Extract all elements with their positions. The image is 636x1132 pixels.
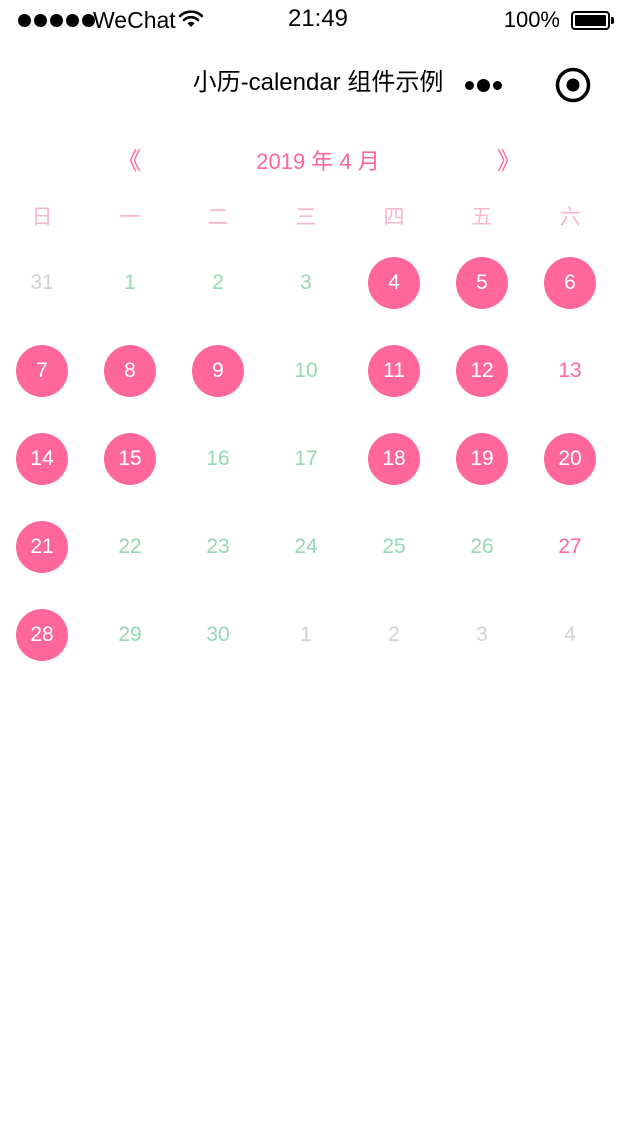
calendar-day[interactable]: 3	[456, 609, 508, 661]
calendar-day[interactable]: 3	[280, 257, 332, 309]
weekday-label: 五	[471, 206, 493, 229]
calendar-day[interactable]: 30	[192, 609, 244, 661]
calendar-day-marked[interactable]: 20	[544, 433, 596, 485]
calendar-day-marked[interactable]: 19	[456, 433, 508, 485]
next-month-button[interactable]: 》	[497, 145, 521, 179]
navigation-bar: 小历-calendar 组件示例	[0, 40, 636, 128]
calendar-day[interactable]: 22	[104, 521, 156, 573]
calendar-day-marked[interactable]: 8	[104, 345, 156, 397]
calendar-day[interactable]: 27	[544, 521, 596, 573]
status-bar: WeChat 21:49 100%	[0, 0, 636, 40]
more-dots-icon[interactable]	[465, 76, 515, 94]
calendar-day-marked[interactable]: 15	[104, 433, 156, 485]
calendar-day-marked[interactable]: 6	[544, 257, 596, 309]
calendar-header: 《 2019 年 4 月 》	[0, 145, 636, 179]
calendar-day-marked[interactable]: 5	[456, 257, 508, 309]
calendar-day[interactable]: 1	[104, 257, 156, 309]
calendar-day-marked[interactable]: 9	[192, 345, 244, 397]
calendar-day-marked[interactable]: 21	[16, 521, 68, 573]
calendar-day-marked[interactable]: 14	[16, 433, 68, 485]
mini-program-capsule	[465, 67, 615, 103]
calendar-day[interactable]: 29	[104, 609, 156, 661]
weekday-label: 二	[207, 206, 229, 229]
calendar-day-marked[interactable]: 12	[456, 345, 508, 397]
calendar-day[interactable]: 23	[192, 521, 244, 573]
calendar-day[interactable]: 2	[368, 609, 420, 661]
weekday-label: 日	[31, 206, 53, 229]
calendar-day-marked[interactable]: 7	[16, 345, 68, 397]
calendar-day[interactable]: 2	[192, 257, 244, 309]
calendar-day[interactable]: 26	[456, 521, 508, 573]
weekday-header: 日 一 二 三 四 五 六	[0, 202, 636, 234]
calendar-day[interactable]: 31	[16, 257, 68, 309]
battery-percentage: 100%	[503, 7, 560, 32]
calendar-day[interactable]: 1	[280, 609, 332, 661]
calendar-day-marked[interactable]: 18	[368, 433, 420, 485]
calendar-day-marked[interactable]: 28	[16, 609, 68, 661]
calendar-day[interactable]: 24	[280, 521, 332, 573]
battery-icon	[571, 11, 615, 30]
weekday-label: 四	[383, 206, 405, 229]
weekday-label: 三	[295, 206, 317, 229]
month-title: 2019 年 4 月	[256, 149, 380, 174]
weekday-label: 六	[559, 206, 581, 229]
target-close-icon[interactable]	[555, 67, 591, 103]
calendar-day[interactable]: 25	[368, 521, 420, 573]
calendar-day-marked[interactable]: 4	[368, 257, 420, 309]
calendar-day[interactable]: 17	[280, 433, 332, 485]
calendar-day[interactable]: 13	[544, 345, 596, 397]
calendar-day[interactable]: 10	[280, 345, 332, 397]
calendar-day-marked[interactable]: 11	[368, 345, 420, 397]
calendar-day[interactable]: 16	[192, 433, 244, 485]
calendar-day[interactable]: 4	[544, 609, 596, 661]
weekday-label: 一	[119, 206, 141, 229]
